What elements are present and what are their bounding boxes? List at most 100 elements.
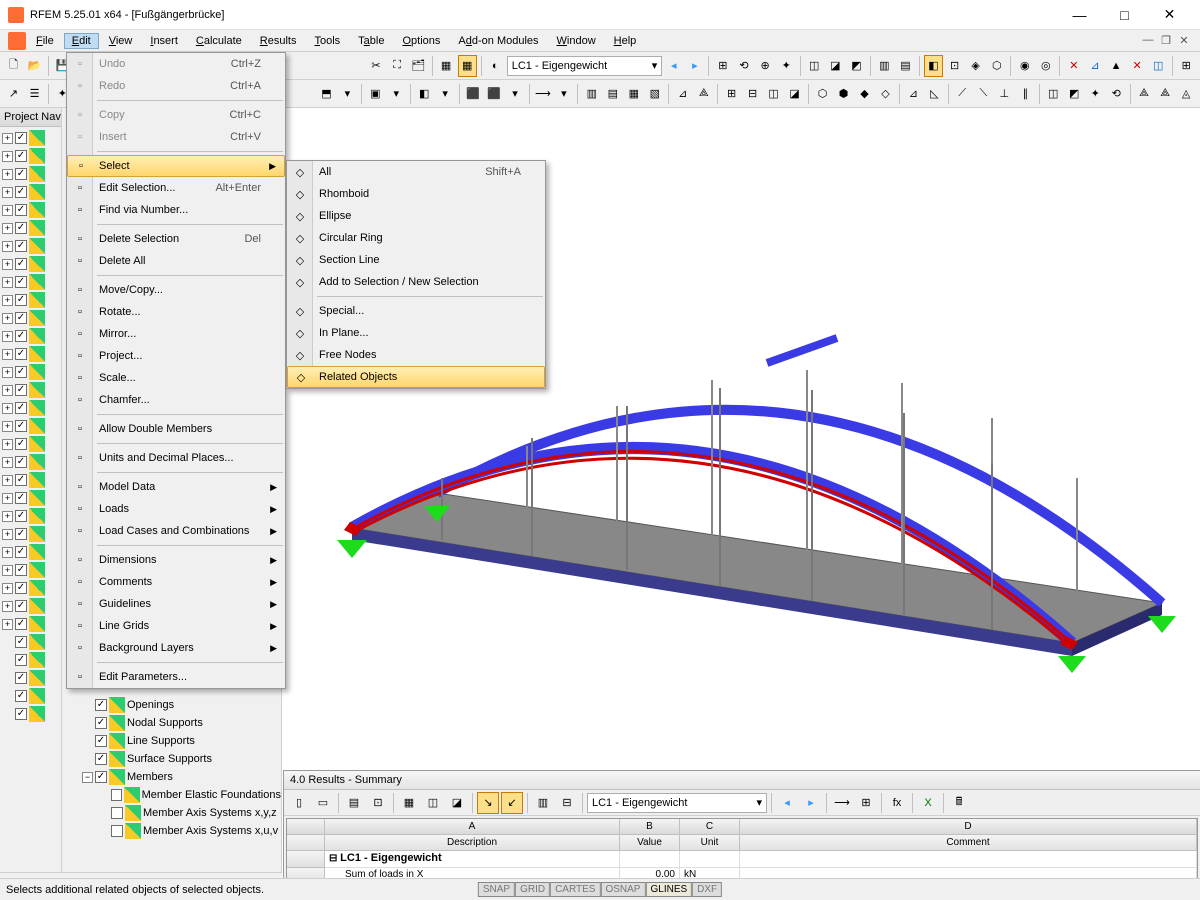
tree-row[interactable]: ✓ bbox=[0, 651, 61, 669]
res-tb-b-icon[interactable]: ▭ bbox=[312, 792, 334, 814]
menuitem-insert[interactable]: ▫InsertCtrl+V bbox=[67, 126, 285, 148]
res-tb-m-icon[interactable]: ⊞ bbox=[855, 792, 877, 814]
nav-item[interactable]: ✓Line Supports bbox=[62, 732, 281, 750]
tree-row[interactable]: +✓ bbox=[0, 615, 61, 633]
menu-options[interactable]: Options bbox=[394, 33, 448, 49]
tree-row[interactable]: +✓ bbox=[0, 345, 61, 363]
submenuitem-section-line[interactable]: ◇Section Line bbox=[287, 249, 545, 271]
submenuitem-related-objects[interactable]: ◇Related Objects bbox=[287, 366, 545, 388]
tb2-r-icon[interactable]: ▦ bbox=[624, 83, 643, 105]
menu-tools[interactable]: Tools bbox=[306, 33, 348, 49]
tree-row[interactable]: +✓ bbox=[0, 525, 61, 543]
tree-row[interactable]: +✓ bbox=[0, 309, 61, 327]
nav-item[interactable]: ✓Openings bbox=[62, 696, 281, 714]
minimize-button[interactable]: — bbox=[1057, 1, 1102, 29]
tb2-e-icon[interactable]: ⬒ bbox=[317, 83, 336, 105]
tree-row[interactable]: +✓ bbox=[0, 183, 61, 201]
tb2-x-icon[interactable]: ◫ bbox=[764, 83, 783, 105]
menu-calculate[interactable]: Calculate bbox=[188, 33, 250, 49]
res-tb-e-icon[interactable]: ▦ bbox=[398, 792, 420, 814]
tb2-y-icon[interactable]: ◪ bbox=[785, 83, 804, 105]
tb2-ag-icon[interactable]: ⟍ bbox=[974, 83, 993, 105]
loadcase-combo[interactable]: LC1 - Eigengewicht▾ bbox=[507, 56, 663, 76]
tb2-ao-icon[interactable]: ⟁ bbox=[1156, 83, 1175, 105]
menuitem-mirror-[interactable]: ▫Mirror... bbox=[67, 323, 285, 345]
menuitem-chamfer-[interactable]: ▫Chamfer... bbox=[67, 389, 285, 411]
tb-ax-icon[interactable]: ✕ bbox=[1064, 55, 1083, 77]
menuitem-undo[interactable]: ▫UndoCtrl+Z bbox=[67, 53, 285, 75]
tb2-w-icon[interactable]: ⊟ bbox=[743, 83, 762, 105]
tb2-ap-icon[interactable]: ◬ bbox=[1177, 83, 1196, 105]
tb2-n-icon[interactable]: ⟶ bbox=[533, 83, 552, 105]
tb-misc4-icon[interactable]: ✦ bbox=[777, 55, 796, 77]
tb2-s-icon[interactable]: ▧ bbox=[645, 83, 664, 105]
menuitem-redo[interactable]: ▫RedoCtrl+A bbox=[67, 75, 285, 97]
maximize-button[interactable]: □ bbox=[1102, 1, 1147, 29]
submenuitem-add-to-selection-new-selection[interactable]: ◇Add to Selection / New Selection bbox=[287, 271, 545, 293]
tb-e-icon[interactable]: ▤ bbox=[896, 55, 915, 77]
results-lc-combo[interactable]: LC1 - Eigengewicht▾ bbox=[587, 793, 767, 813]
tb2-aa-icon[interactable]: ⬢ bbox=[834, 83, 853, 105]
tb2-ad-icon[interactable]: ⊿ bbox=[904, 83, 923, 105]
tb2-aj-icon[interactable]: ◫ bbox=[1044, 83, 1063, 105]
tb-c-icon[interactable]: ◩ bbox=[847, 55, 866, 77]
tb2-q-icon[interactable]: ▤ bbox=[603, 83, 622, 105]
app-menu-icon[interactable] bbox=[8, 32, 26, 50]
menuitem-line-grids[interactable]: ▫Line Grids▶ bbox=[67, 615, 285, 637]
tb-f-icon[interactable]: ◧ bbox=[924, 55, 943, 77]
menu-addon[interactable]: Add-on Modules bbox=[450, 33, 546, 49]
tree-row[interactable]: +✓ bbox=[0, 237, 61, 255]
tb2-ak-icon[interactable]: ◩ bbox=[1065, 83, 1084, 105]
tb-b-icon[interactable]: ◪ bbox=[826, 55, 845, 77]
tb-d-icon[interactable]: ▥ bbox=[875, 55, 894, 77]
submenuitem-special-[interactable]: ◇Special... bbox=[287, 300, 545, 322]
menuitem-delete-all[interactable]: ▫Delete All bbox=[67, 250, 285, 272]
submenuitem-in-plane-[interactable]: ◇In Plane... bbox=[287, 322, 545, 344]
res-next-icon[interactable]: ▸ bbox=[800, 792, 822, 814]
res-tb-j-icon[interactable]: ▥ bbox=[532, 792, 554, 814]
tb-cube-icon[interactable]: ◫ bbox=[1149, 55, 1168, 77]
snap-glines[interactable]: GLINES bbox=[645, 882, 692, 897]
res-tb-c-icon[interactable]: ▤ bbox=[343, 792, 365, 814]
tb-h-icon[interactable]: ◈ bbox=[966, 55, 985, 77]
tb2-o-icon[interactable]: ▾ bbox=[554, 83, 573, 105]
submenuitem-all[interactable]: ◇AllShift+A bbox=[287, 161, 545, 183]
nav-item[interactable]: −✓Members bbox=[62, 768, 281, 786]
tree-row[interactable]: +✓ bbox=[0, 597, 61, 615]
tb2-j-icon[interactable]: ▾ bbox=[436, 83, 455, 105]
tb-prev-icon[interactable]: ◂ bbox=[664, 55, 683, 77]
tb2-i-icon[interactable]: ◧ bbox=[415, 83, 434, 105]
tree-row[interactable]: +✓ bbox=[0, 381, 61, 399]
tb2-h-icon[interactable]: ▾ bbox=[387, 83, 406, 105]
tb2-p-icon[interactable]: ▥ bbox=[582, 83, 601, 105]
close-button[interactable]: ✕ bbox=[1147, 1, 1192, 29]
tb-g-icon[interactable]: ⊡ bbox=[945, 55, 964, 77]
snap-cartes[interactable]: CARTES bbox=[550, 882, 600, 897]
results-grid[interactable]: A B C D Description Value Unit Comment ⊟… bbox=[286, 818, 1198, 886]
tree-row[interactable]: +✓ bbox=[0, 489, 61, 507]
tb2-t-icon[interactable]: ⊿ bbox=[673, 83, 692, 105]
tree-row[interactable]: +✓ bbox=[0, 129, 61, 147]
menuitem-dimensions[interactable]: ▫Dimensions▶ bbox=[67, 549, 285, 571]
tb-misc2-icon[interactable]: ⟲ bbox=[734, 55, 753, 77]
nav-item[interactable]: Member Axis Systems x,y,z bbox=[62, 804, 281, 822]
submenuitem-free-nodes[interactable]: ◇Free Nodes bbox=[287, 344, 545, 366]
tree-row[interactable]: ✓ bbox=[0, 687, 61, 705]
res-tb-f-icon[interactable]: ◫ bbox=[422, 792, 444, 814]
tree-row[interactable]: +✓ bbox=[0, 201, 61, 219]
tb-table2-icon[interactable]: ▦ bbox=[458, 55, 477, 77]
menuitem-comments[interactable]: ▫Comments▶ bbox=[67, 571, 285, 593]
tree-row[interactable]: +✓ bbox=[0, 399, 61, 417]
snap-grid[interactable]: GRID bbox=[515, 882, 550, 897]
tb2-an-icon[interactable]: ⟁ bbox=[1135, 83, 1154, 105]
tb2-k-icon[interactable]: ⬛ bbox=[464, 83, 483, 105]
menuitem-allow-double-members[interactable]: ▫Allow Double Members bbox=[67, 418, 285, 440]
res-tb-d-icon[interactable]: ⊡ bbox=[367, 792, 389, 814]
nav-item[interactable]: Member Axis Systems x,u,v bbox=[62, 822, 281, 840]
tree-row[interactable]: +✓ bbox=[0, 435, 61, 453]
tb2-b-icon[interactable]: ☰ bbox=[25, 83, 44, 105]
menuitem-load-cases-and-combinations[interactable]: ▫Load Cases and Combinations▶ bbox=[67, 520, 285, 542]
tb-lc-icon[interactable]: ◐ bbox=[486, 55, 505, 77]
tb2-ae-icon[interactable]: ◺ bbox=[925, 83, 944, 105]
tree-row[interactable]: +✓ bbox=[0, 561, 61, 579]
